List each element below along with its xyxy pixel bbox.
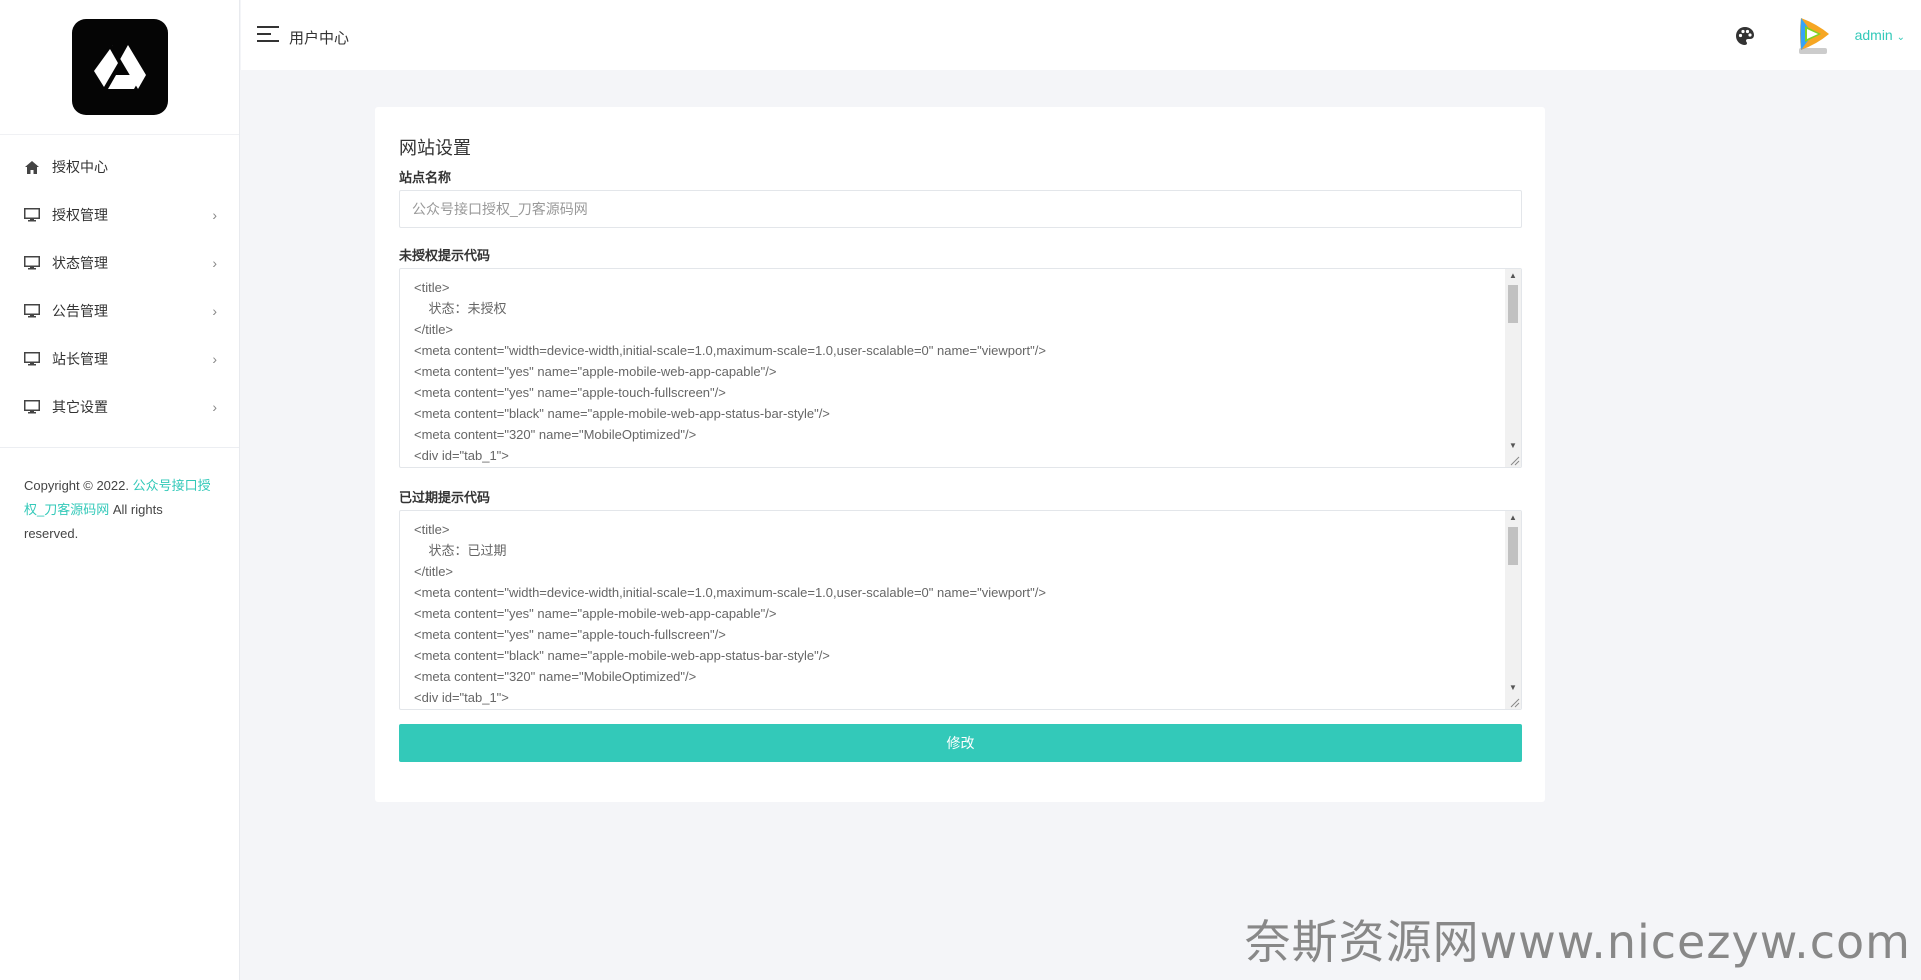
logo-area [0, 0, 239, 135]
copyright-prefix: Copyright © 2022. [24, 478, 133, 493]
sidebar-item-webmaster-manage[interactable]: 站长管理 › [0, 335, 239, 383]
monitor-icon [22, 351, 42, 367]
unauth-code-textarea[interactable]: <title> 状态：未授权 </title> <meta content="w… [399, 268, 1522, 468]
chevron-right-icon: › [212, 399, 217, 415]
chevron-right-icon: › [212, 351, 217, 367]
sidebar-item-auth-manage[interactable]: 授权管理 › [0, 191, 239, 239]
unauth-code-content: <title> 状态：未授权 </title> <meta content="w… [414, 280, 1046, 463]
chevron-right-icon: › [212, 303, 217, 319]
monitor-icon [22, 207, 42, 223]
sidebar-item-label: 授权管理 [52, 207, 108, 223]
drive-logo-icon [93, 45, 146, 89]
username: admin [1854, 27, 1893, 43]
submit-button[interactable]: 修改 [399, 724, 1522, 762]
expired-code-scrollbar[interactable]: ▲ ▼ [1505, 511, 1521, 709]
sidebar-item-status-manage[interactable]: 状态管理 › [0, 239, 239, 287]
home-icon [22, 159, 42, 175]
scroll-up-icon[interactable]: ▲ [1505, 511, 1521, 525]
card-title: 网站设置 [399, 138, 471, 158]
avatar[interactable] [1791, 12, 1835, 56]
resize-handle-icon[interactable] [1508, 696, 1520, 708]
sidebar-item-label: 公告管理 [52, 303, 108, 319]
watermark: 奈斯资源网www.nicezyw.com [1244, 915, 1911, 969]
copyright: Copyright © 2022. 公众号接口授权_刀客源码网 All righ… [0, 448, 239, 572]
sidebar-item-auth-center[interactable]: 授权中心 [0, 143, 239, 191]
resize-handle-icon[interactable] [1508, 454, 1520, 466]
page-title: 用户中心 [289, 30, 350, 47]
sidebar-item-label: 状态管理 [52, 255, 108, 271]
unauth-code-label: 未授权提示代码 [399, 248, 491, 263]
chevron-right-icon: › [212, 207, 217, 223]
expired-code-textarea[interactable]: <title> 状态：已过期 </title> <meta content="w… [399, 510, 1522, 710]
scroll-down-icon[interactable]: ▼ [1505, 439, 1521, 453]
expired-code-label: 已过期提示代码 [399, 490, 491, 505]
sidebar-item-label: 其它设置 [52, 399, 108, 415]
app-logo[interactable] [71, 19, 168, 115]
scroll-down-icon[interactable]: ▼ [1505, 681, 1521, 695]
settings-card: 网站设置 站点名称 未授权提示代码 <title> 状态：未授权 </title… [375, 107, 1545, 802]
sidebar: 授权中心 授权管理 › 状态管理 › 公告管理 › 站长管理 › 其它设置 › … [0, 0, 240, 980]
site-name-label: 站点名称 [399, 170, 452, 185]
sidebar-nav: 授权中心 授权管理 › 状态管理 › 公告管理 › 站长管理 › 其它设置 › [0, 135, 239, 448]
monitor-icon [22, 303, 42, 319]
menu-toggle-icon[interactable] [257, 26, 279, 44]
scroll-thumb[interactable] [1508, 527, 1518, 565]
chevron-down-icon: ⌄ [1896, 32, 1905, 43]
top-bar: 用户中心 admin ⌄ [241, 0, 1921, 70]
scroll-up-icon[interactable]: ▲ [1505, 269, 1521, 283]
site-name-input[interactable] [399, 190, 1522, 228]
sidebar-item-notice-manage[interactable]: 公告管理 › [0, 287, 239, 335]
expired-code-content: <title> 状态：已过期 </title> <meta content="w… [414, 522, 1046, 705]
monitor-icon [22, 255, 42, 271]
scroll-thumb[interactable] [1508, 285, 1518, 323]
sidebar-item-label: 授权中心 [52, 159, 108, 175]
sidebar-item-label: 站长管理 [52, 351, 108, 367]
palette-icon[interactable] [1735, 26, 1755, 46]
unauth-code-scrollbar[interactable]: ▲ ▼ [1505, 269, 1521, 467]
monitor-icon [22, 399, 42, 415]
chevron-right-icon: › [212, 255, 217, 271]
user-menu[interactable]: admin ⌄ [1855, 27, 1905, 43]
sidebar-item-other-settings[interactable]: 其它设置 › [0, 383, 239, 431]
